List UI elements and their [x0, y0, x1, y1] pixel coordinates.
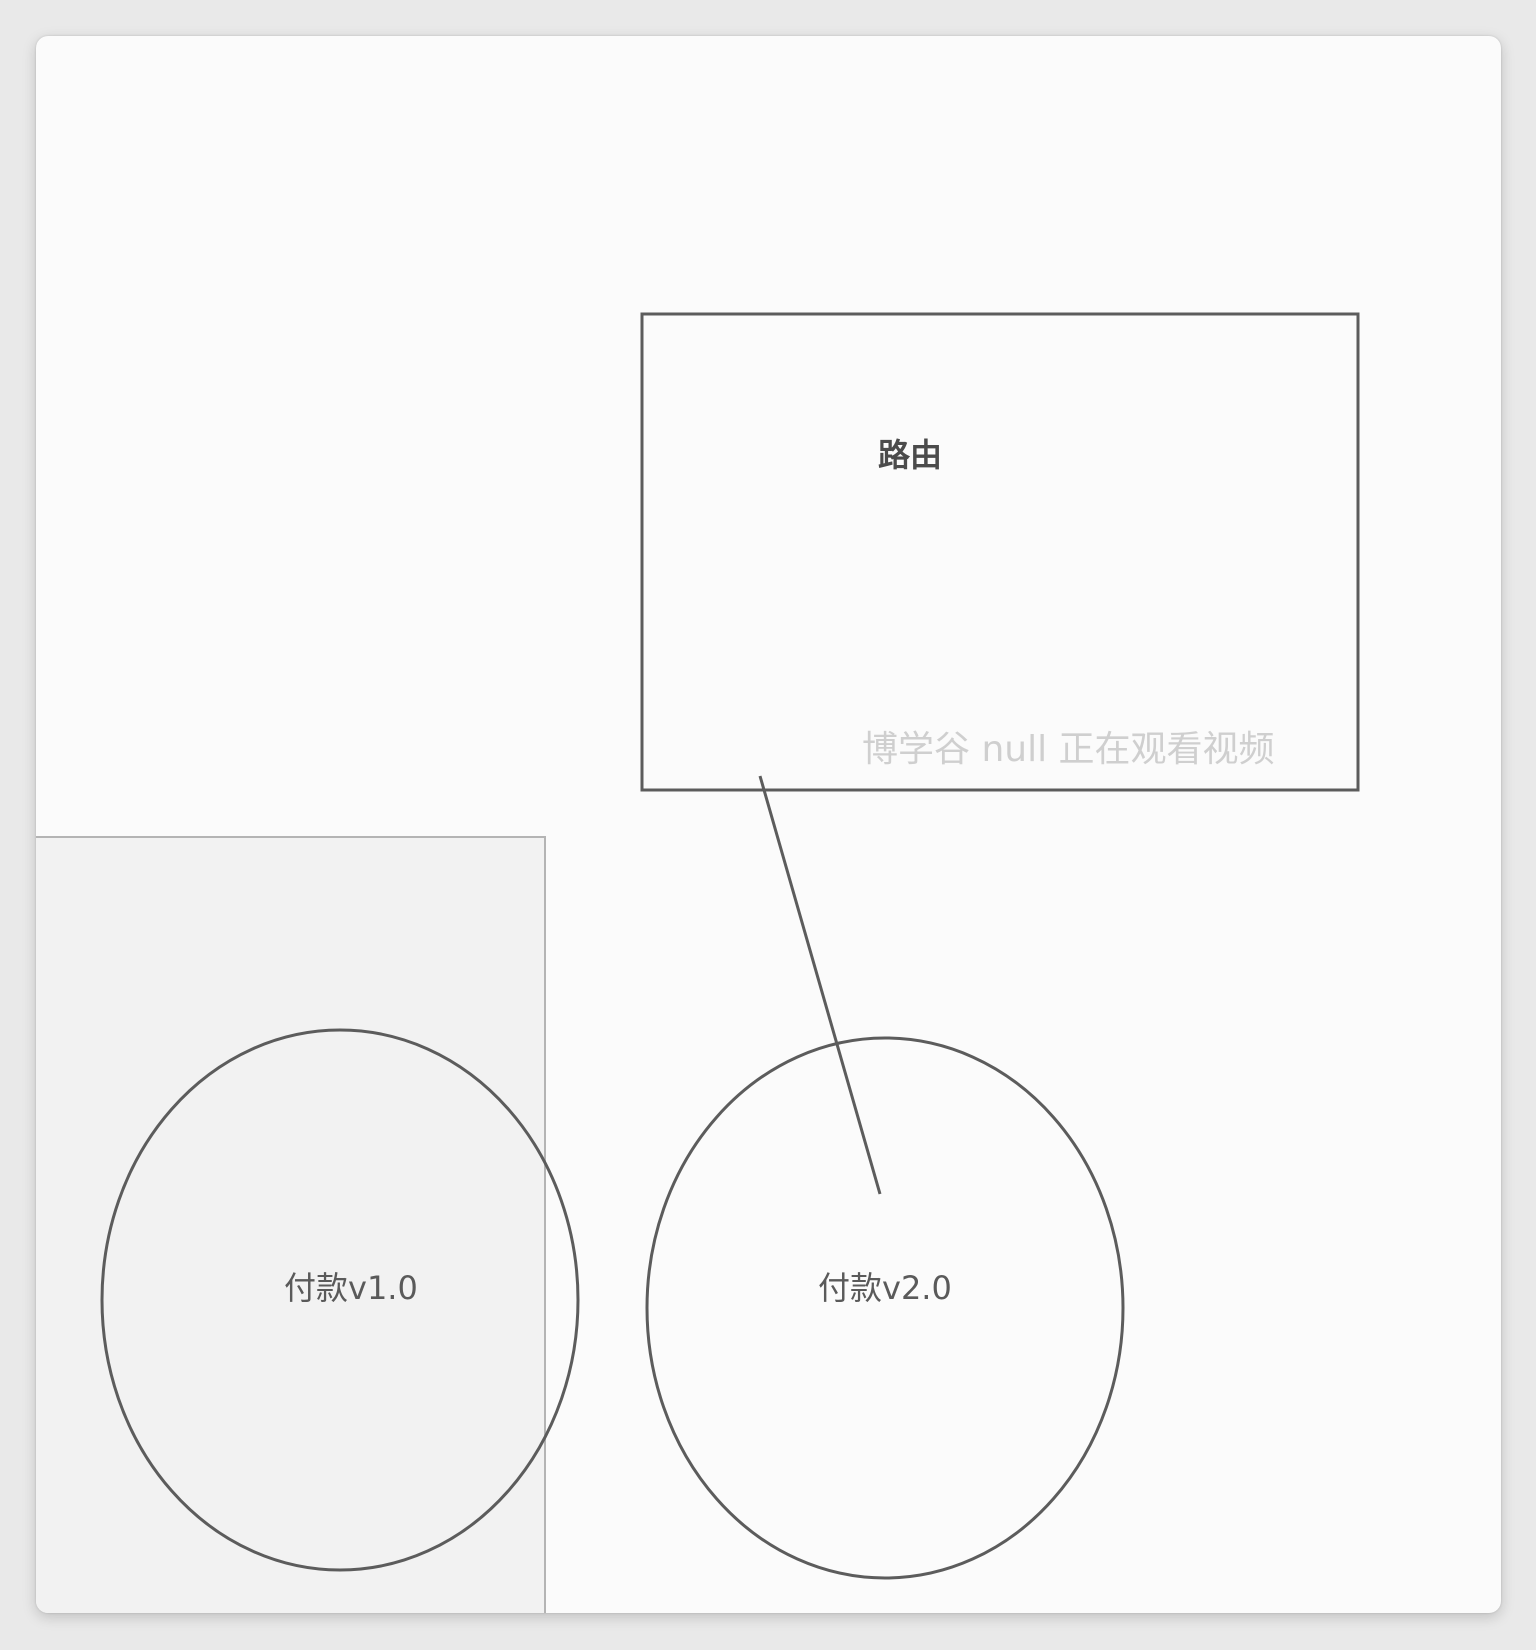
watermark-text: 博学谷 null 正在观看视频	[862, 729, 1275, 770]
payment-v2-label: 付款v2.0	[818, 1269, 952, 1307]
router-to-v2-connector	[758, 775, 882, 1195]
payment-v1-label: 付款v1.0	[284, 1269, 418, 1307]
router-box	[640, 312, 1360, 792]
diagram-shapes	[100, 312, 1360, 1580]
router-label: 路由	[878, 436, 943, 474]
